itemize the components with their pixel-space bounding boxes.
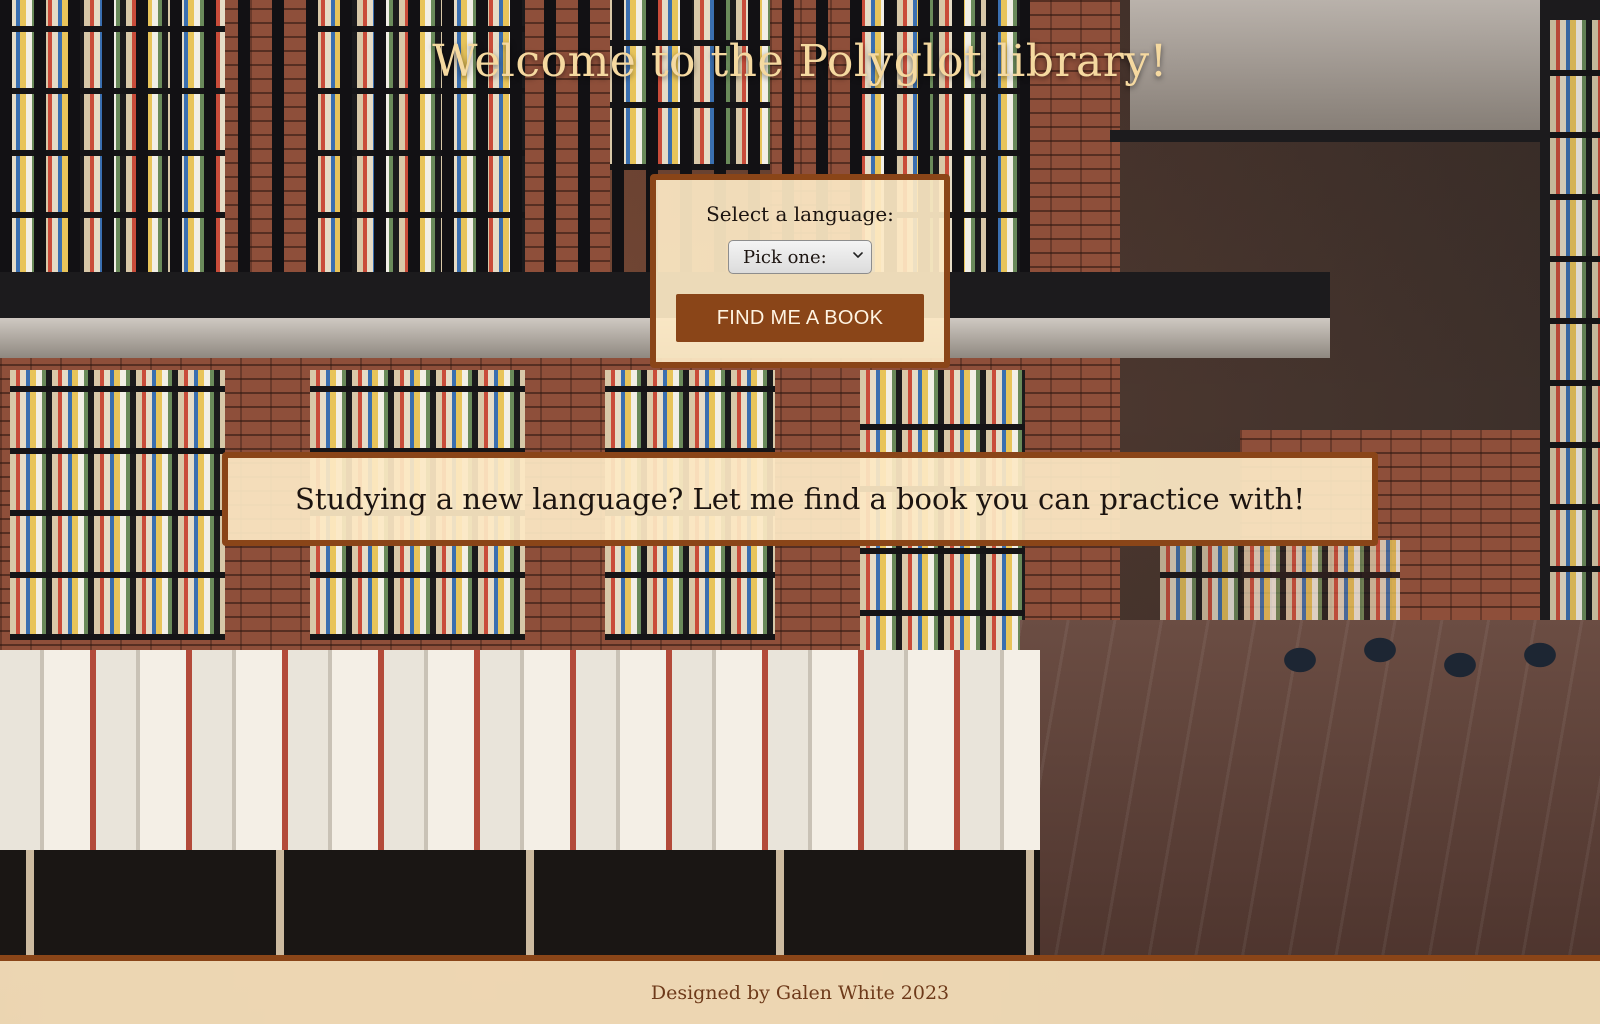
footer-credit: Designed by Galen White 2023: [650, 981, 950, 1004]
language-select-wrapper: Pick one:: [728, 240, 872, 274]
tagline-text: Studying a new language? Let me find a b…: [294, 482, 1306, 516]
language-select[interactable]: Pick one:: [728, 240, 872, 274]
language-select-label: Select a language:: [706, 202, 894, 226]
find-book-button[interactable]: FIND ME A BOOK: [676, 294, 924, 342]
footer: Designed by Galen White 2023: [0, 955, 1600, 1024]
language-picker-panel: Select a language: Pick one: FIND ME A B…: [650, 174, 950, 368]
tagline-banner: Studying a new language? Let me find a b…: [222, 452, 1378, 546]
page-title: Welcome to the Polyglot library!: [432, 36, 1168, 87]
